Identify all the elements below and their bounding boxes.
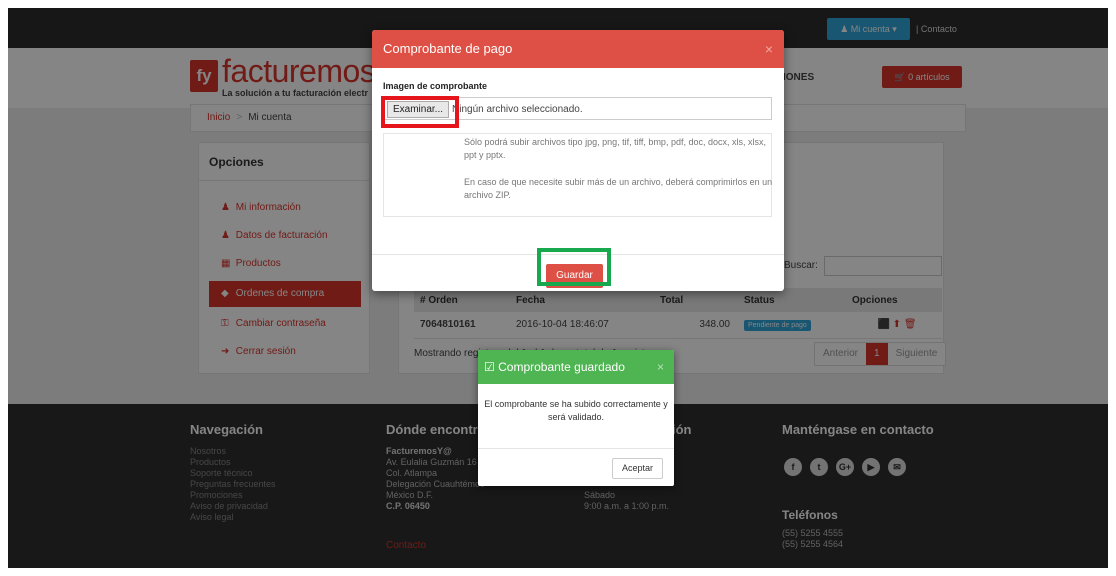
saved-confirmation-modal: ☑ Comprobante guardado × El comprobante … <box>478 350 674 486</box>
image-label: Imagen de comprobante <box>383 81 488 91</box>
help-text-zip: En caso de que necesite subir más de un … <box>464 177 773 200</box>
help-text-file-types: Sólo podrá subir archivos tipo jpg, png,… <box>464 137 766 160</box>
page: ♟ Mi cuenta ▾ | Contacto fy facturemos L… <box>8 8 1108 568</box>
help-box: Sólo podrá subir archivos tipo jpg, png,… <box>383 133 772 217</box>
modal2-title: Comprobante guardado <box>498 360 625 374</box>
highlight-box-red <box>381 96 459 128</box>
accept-button[interactable]: Aceptar <box>612 458 663 479</box>
check-icon: ☑ <box>484 360 495 374</box>
close-icon[interactable]: × <box>657 350 664 384</box>
file-status: Ningún archivo seleccionado. <box>452 104 583 115</box>
highlight-box-green <box>537 248 611 286</box>
modal2-header: ☑ Comprobante guardado × <box>478 350 674 384</box>
modal2-divider <box>478 448 674 449</box>
close-icon[interactable]: × <box>765 30 773 68</box>
modal-header: Comprobante de pago × <box>372 30 784 68</box>
modal-title: Comprobante de pago <box>383 41 513 56</box>
modal2-message: El comprobante se ha subido correctament… <box>484 399 668 422</box>
